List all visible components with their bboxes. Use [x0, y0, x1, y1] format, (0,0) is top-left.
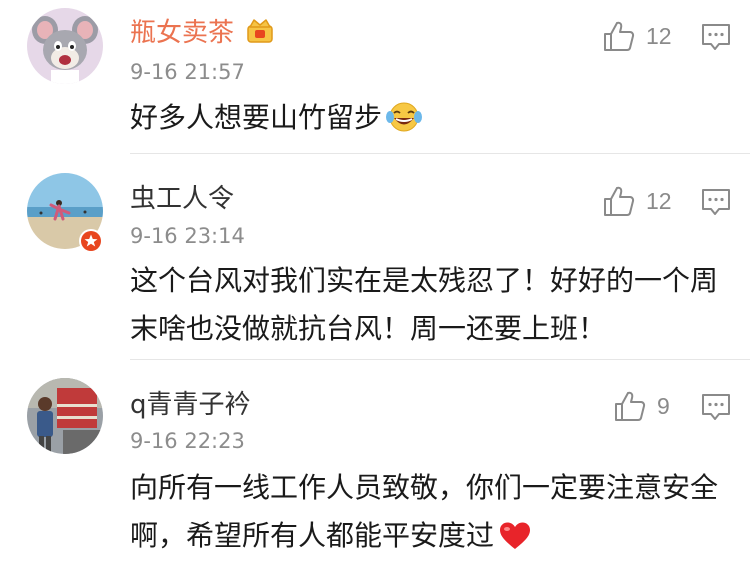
comment-item: 瓶女卖茶 9-16 21:57 好多人想要山竹留步 12: [0, 0, 750, 160]
comment-text: 向所有一线工作人员致敬，你们一定要注意安全啊，希望所有人都能平安度过: [130, 464, 730, 560]
like-count: 12: [646, 187, 672, 214]
reply-comment-icon[interactable]: [701, 392, 731, 422]
like-button[interactable]: 12: [602, 184, 672, 218]
verified-badge: [79, 229, 103, 253]
username-text[interactable]: 虫工人令: [130, 184, 234, 214]
username-text[interactable]: 瓶女卖茶: [130, 18, 234, 48]
reply-comment-icon[interactable]: [701, 22, 731, 52]
comment-text: 这个台风对我们实在是太残忍了！好好的一个周末啥也没做就抗台风！周一还要上班！: [130, 264, 719, 345]
username[interactable]: 虫工人令: [130, 182, 234, 216]
comment-text-body: 向所有一线工作人员致敬，你们一定要注意安全啊，希望所有人都能平安度过: [130, 471, 719, 552]
red-heart-emoji-icon: [500, 522, 531, 549]
username[interactable]: 瓶女卖茶: [130, 16, 274, 50]
thumbs-up-icon: [615, 391, 646, 421]
like-count: 12: [646, 22, 672, 49]
avatar[interactable]: [27, 8, 103, 84]
vip-crown-icon: [247, 19, 274, 43]
reply-comment-icon[interactable]: [701, 187, 731, 217]
cartoon-mouse-avatar-icon: [27, 8, 103, 84]
avatar[interactable]: [27, 378, 103, 454]
verified-star-icon: [81, 231, 101, 251]
comment-item: 虫工人令 9-16 23:14 这个台风对我们实在是太残忍了！好好的一个周末啥也…: [0, 160, 750, 360]
like-count: 9: [657, 392, 670, 419]
comment-text-body: 好多人想要山竹留步: [130, 101, 383, 134]
like-button[interactable]: 12: [602, 19, 672, 53]
laughing-tears-emoji-icon: [386, 102, 423, 132]
comment-time: 9-16 23:14: [130, 224, 245, 248]
thumbs-up-icon: [604, 186, 635, 216]
comment-time: 9-16 22:23: [130, 429, 245, 453]
comment-time: 9-16 21:57: [130, 60, 245, 84]
like-button[interactable]: 9: [613, 389, 670, 423]
comment-item: q青青子衿 9-16 22:23 向所有一线工作人员致敬，你们一定要注意安全啊，…: [0, 360, 750, 569]
thumbs-up-icon: [604, 21, 635, 51]
username-text[interactable]: q青青子衿: [130, 390, 251, 420]
username[interactable]: q青青子衿: [130, 388, 251, 422]
comment-text: 好多人想要山竹留步: [130, 94, 730, 142]
street-photo-avatar-icon: [27, 378, 103, 454]
divider: [130, 153, 750, 154]
